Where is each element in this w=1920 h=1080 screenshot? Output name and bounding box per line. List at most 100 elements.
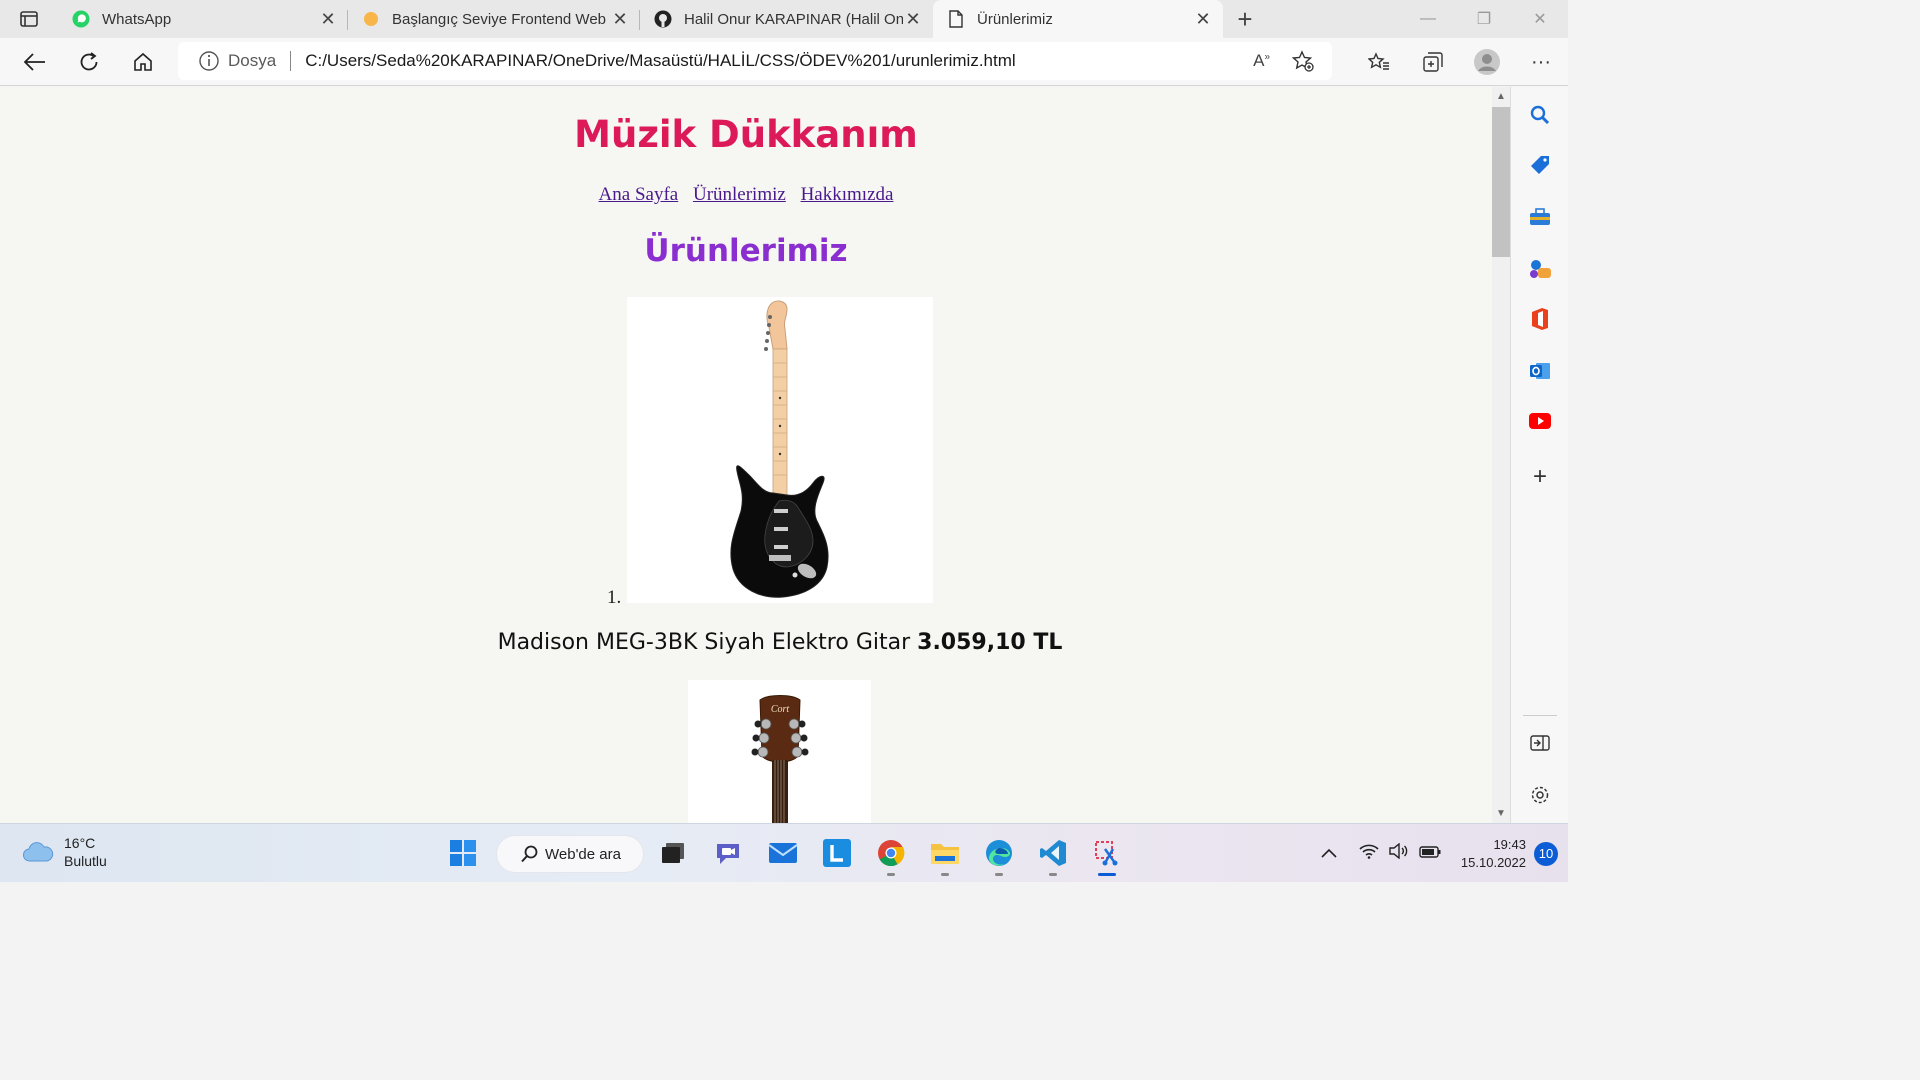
weather-widget[interactable]: 16°C Bulutlu bbox=[22, 834, 107, 870]
snipping-tool-button[interactable] bbox=[1092, 838, 1122, 876]
close-icon[interactable]: ✕ bbox=[610, 9, 630, 29]
section-title: Ürünlerimiz bbox=[644, 233, 848, 269]
active-indicator bbox=[1098, 873, 1116, 876]
running-indicator bbox=[887, 873, 895, 876]
tab-whatsapp[interactable]: WhatsApp ✕ bbox=[58, 0, 348, 38]
youtube-icon[interactable] bbox=[1528, 409, 1552, 433]
mail-button[interactable] bbox=[768, 838, 798, 868]
back-button[interactable] bbox=[8, 42, 62, 82]
search-icon bbox=[521, 845, 538, 863]
notification-badge[interactable]: 10 bbox=[1534, 841, 1558, 866]
office-icon[interactable] bbox=[1528, 307, 1552, 331]
minimize-button[interactable]: — bbox=[1400, 0, 1456, 38]
sidebar-settings-icon[interactable] bbox=[1528, 783, 1552, 807]
page-icon bbox=[947, 10, 965, 28]
running-indicator bbox=[1049, 873, 1057, 876]
search-label: Web'de ara bbox=[545, 845, 621, 863]
search-icon[interactable] bbox=[1528, 103, 1552, 127]
close-icon[interactable]: ✕ bbox=[318, 9, 338, 29]
clock[interactable]: 19:43 15.10.2022 bbox=[1461, 836, 1526, 872]
close-icon[interactable]: ✕ bbox=[903, 9, 923, 29]
settings-menu-button[interactable]: ··· bbox=[1514, 42, 1568, 82]
new-tab-button[interactable]: + bbox=[1223, 0, 1267, 38]
close-window-button[interactable]: ✕ bbox=[1512, 0, 1568, 38]
shopping-tag-icon[interactable] bbox=[1528, 153, 1552, 177]
volume-icon[interactable] bbox=[1389, 842, 1409, 864]
taskbar-search[interactable]: Web'de ara bbox=[497, 836, 643, 872]
tab-actions-icon bbox=[20, 11, 38, 27]
back-arrow-icon bbox=[24, 52, 45, 71]
games-icon[interactable] bbox=[1528, 257, 1552, 281]
favorites-button[interactable] bbox=[1352, 42, 1406, 82]
start-button[interactable] bbox=[448, 838, 478, 868]
running-indicator bbox=[995, 873, 1003, 876]
teams-chat-button[interactable] bbox=[713, 838, 743, 868]
url-text[interactable]: C:/Users/Seda%20KARAPINAR/OneDrive/Masaü… bbox=[305, 51, 1016, 71]
acoustic-guitar-headstock-icon: Cort bbox=[751, 695, 809, 823]
app-l-button[interactable] bbox=[822, 838, 852, 868]
chevron-up-icon[interactable] bbox=[1321, 845, 1337, 863]
edge-sidebar: + bbox=[1510, 87, 1568, 823]
tab-title: Başlangıç Seviye Frontend Web D bbox=[392, 10, 610, 28]
product-line: Madison MEG-3BK Siyah Elektro Gitar 3.05… bbox=[0, 630, 1492, 655]
scroll-down-icon[interactable]: ▼ bbox=[1496, 808, 1506, 819]
restore-button[interactable]: ❐ bbox=[1456, 0, 1512, 38]
task-view-button[interactable] bbox=[658, 838, 688, 868]
tab-strip: WhatsApp ✕ Başlangıç Seviye Frontend Web… bbox=[0, 0, 1568, 38]
add-favorite-icon[interactable] bbox=[1292, 50, 1314, 72]
hide-sidebar-icon[interactable] bbox=[1528, 731, 1552, 755]
site-nav: Ana Sayfa Ürünlerimiz Hakkımızda bbox=[0, 184, 1492, 206]
edge-button[interactable] bbox=[984, 838, 1014, 876]
browser-toolbar: Dosya C:/Users/Seda%20KARAPINAR/OneDrive… bbox=[0, 38, 1568, 86]
read-aloud-icon[interactable]: A» bbox=[1253, 51, 1270, 71]
product-image-acoustic-guitar: Cort bbox=[688, 680, 871, 823]
vscode-button[interactable] bbox=[1038, 838, 1068, 876]
address-bar[interactable]: Dosya C:/Users/Seda%20KARAPINAR/OneDrive… bbox=[178, 42, 1332, 80]
page-scrollbar[interactable]: ▲ ▼ bbox=[1492, 87, 1510, 823]
home-button[interactable] bbox=[116, 42, 170, 82]
nav-link-home[interactable]: Ana Sayfa bbox=[599, 184, 679, 205]
scroll-up-icon[interactable]: ▲ bbox=[1496, 91, 1506, 102]
page-title: Müzik Dükkanım bbox=[574, 113, 918, 156]
tab-github[interactable]: Halil Onur KARAPINAR (Halil Onu ✕ bbox=[640, 0, 933, 38]
wifi-icon[interactable] bbox=[1359, 843, 1379, 864]
weather-desc: Bulutlu bbox=[64, 853, 107, 869]
mail-icon bbox=[768, 843, 798, 863]
tab-frontend-course[interactable]: Başlangıç Seviye Frontend Web D ✕ bbox=[348, 0, 640, 38]
tab-title: Halil Onur KARAPINAR (Halil Onu bbox=[684, 10, 903, 28]
chrome-button[interactable] bbox=[876, 838, 906, 876]
product-price: 3.059,10 TL bbox=[917, 630, 1063, 655]
electric-guitar-icon bbox=[730, 300, 829, 598]
profile-button[interactable] bbox=[1460, 42, 1514, 82]
tab-title: Ürünlerimiz bbox=[977, 10, 1053, 28]
info-icon[interactable] bbox=[198, 50, 220, 72]
tab-urunlerimiz[interactable]: Ürünlerimiz ✕ bbox=[933, 0, 1223, 38]
edge-icon bbox=[986, 840, 1012, 866]
page-content: Müzik Dükkanım Ana Sayfa Ürünlerimiz Hak… bbox=[0, 87, 1492, 823]
list-number: 1. bbox=[607, 587, 622, 608]
close-icon[interactable]: ✕ bbox=[1193, 9, 1213, 29]
reload-button[interactable] bbox=[62, 42, 116, 82]
add-sidebar-app-icon[interactable]: + bbox=[1528, 463, 1552, 490]
tools-icon[interactable] bbox=[1528, 205, 1552, 229]
chat-icon bbox=[717, 844, 739, 864]
time: 19:43 bbox=[1493, 836, 1526, 852]
battery-icon[interactable] bbox=[1419, 845, 1441, 863]
circle-orange-icon bbox=[362, 10, 380, 28]
outlook-icon[interactable] bbox=[1528, 359, 1552, 383]
snipping-tool-icon bbox=[1095, 841, 1118, 866]
chrome-icon bbox=[878, 840, 905, 867]
task-view-icon bbox=[662, 843, 684, 863]
file-explorer-button[interactable] bbox=[930, 838, 960, 876]
nav-link-products[interactable]: Ürünlerimiz bbox=[693, 184, 786, 205]
scroll-thumb[interactable] bbox=[1492, 107, 1510, 257]
vscode-icon bbox=[1040, 840, 1066, 866]
collections-button[interactable] bbox=[1406, 42, 1460, 82]
avatar-icon bbox=[1474, 49, 1500, 75]
windows-logo-icon bbox=[450, 840, 476, 866]
nav-link-about[interactable]: Hakkımızda bbox=[801, 184, 894, 205]
date: 15.10.2022 bbox=[1460, 854, 1526, 870]
reload-icon bbox=[80, 51, 98, 70]
tab-actions-button[interactable] bbox=[0, 0, 58, 38]
github-icon bbox=[654, 10, 672, 28]
